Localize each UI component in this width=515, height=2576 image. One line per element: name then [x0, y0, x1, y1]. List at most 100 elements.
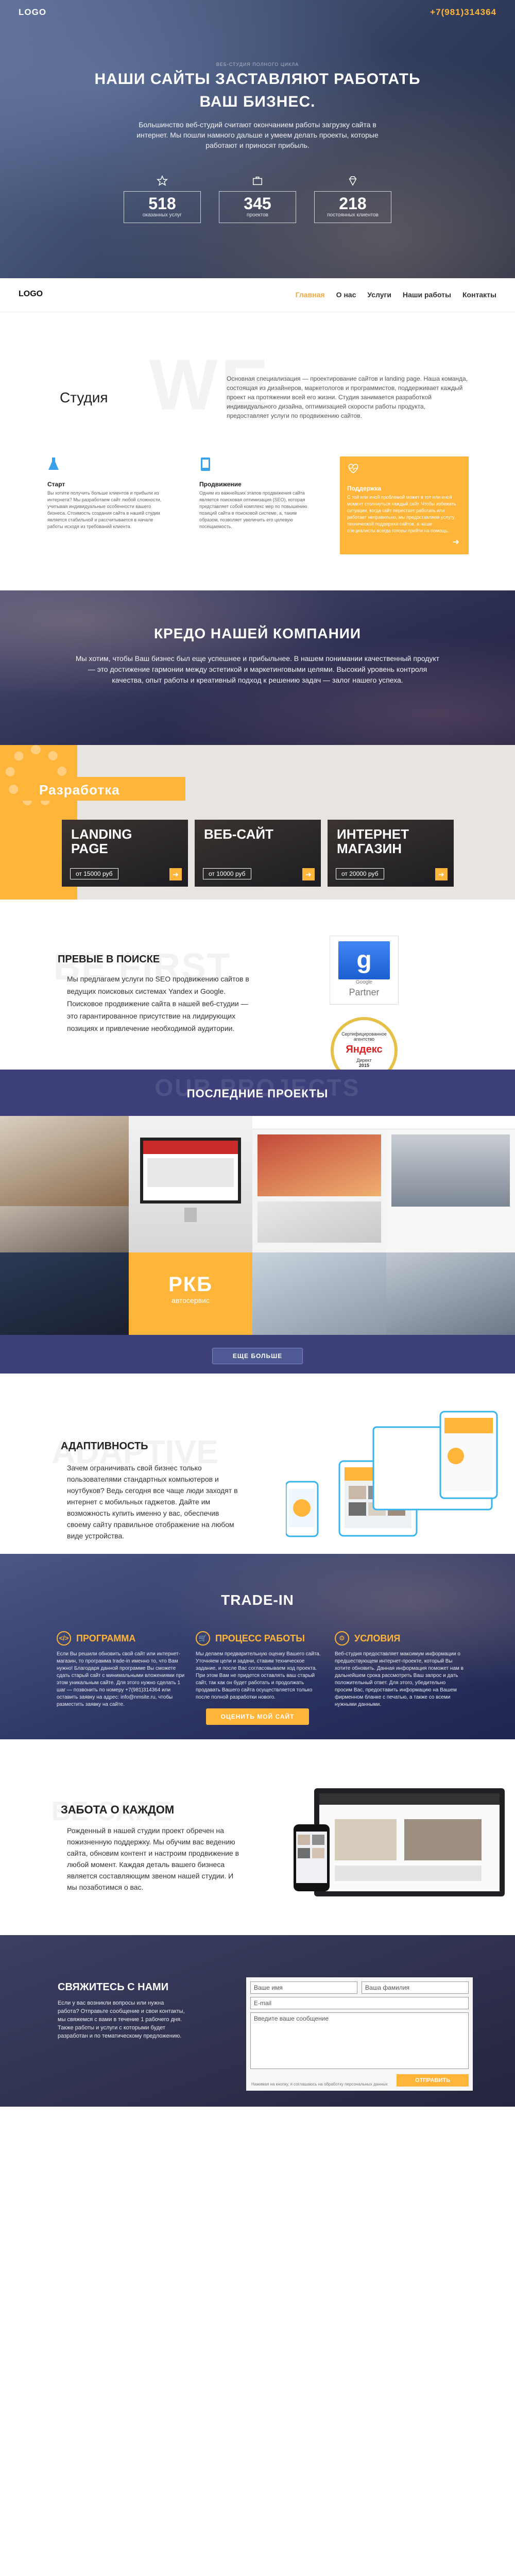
main-nav: LOGO Главная О нас Услуги Наши работы Ко…	[0, 278, 515, 312]
arrow-right-icon[interactable]: ➜	[453, 537, 459, 547]
trade-col-text: Если Вы решили обновить свой сайт или ин…	[57, 1651, 185, 1707]
stat-projects: 345 проектов	[219, 175, 296, 223]
adaptive-devices-illustration	[286, 1411, 498, 1537]
adaptive-section: ADAPTIVE АДАПТИВНОСТЬ Зачем ограничивать…	[0, 1374, 515, 1554]
dev-card-website[interactable]: ВЕБ-САЙТ от 10000 руб ➜	[195, 820, 321, 887]
credo-title: КРЕДО НАШЕЙ КОМПАНИИ	[153, 625, 362, 641]
stat-value: 518	[148, 194, 176, 213]
yandex-badge-year: 2015	[358, 1063, 370, 1068]
nav-item-works[interactable]: Наши работы	[403, 291, 451, 299]
google-badge-word: Partner	[349, 987, 380, 997]
stat-label: постоянных клиентов	[327, 212, 379, 218]
dev-card-landing[interactable]: LANDING PAGE от 15000 руб ➜	[62, 820, 188, 887]
projects-section: OUR PROJECTS ПОСЛЕДНИЕ ПРОЕКТЫ РКБ автос…	[0, 1070, 515, 1374]
cart-icon: 🛒	[196, 1631, 210, 1646]
arrow-right-icon[interactable]: ➜	[302, 868, 315, 880]
yandex-certified-badge: Сертифицированное агентство Яндекс Дирек…	[331, 1017, 398, 1070]
dev-card-title: ВЕБ-САЙТ	[204, 826, 273, 842]
feature-text: Одним из важнейших этапов продвижения са…	[199, 490, 307, 529]
arrow-right-icon[interactable]: ➜	[435, 868, 448, 880]
stat-value: 218	[339, 194, 367, 213]
surname-field[interactable]: Ваша фамилия	[362, 1981, 469, 1994]
trade-in-section: TRADE-IN </> ПРОГРАММА Если Вы решили обн…	[0, 1554, 515, 1739]
dev-card-price: от 10000 руб	[203, 868, 251, 879]
dev-title: Разработка	[39, 782, 120, 798]
contact-text: Если у вас возникли вопросы или нужна ра…	[58, 2000, 185, 2039]
project-rkb-card[interactable]: РКБ автосервис	[129, 1252, 252, 1335]
contact-form: Ваше имя Ваша фамилия E-mail Введите ваш…	[246, 1977, 473, 2091]
yandex-badge-brand: Яндекс	[346, 1044, 383, 1055]
care-devices-illustration	[294, 1788, 505, 1896]
dev-card-title: ИНТЕРНЕТ МАГАЗИН	[337, 826, 409, 856]
trade-col-program: </> ПРОГРАММА Если Вы решили обновить сво…	[57, 1631, 185, 1708]
studio-text: Основная специализация — проектирование …	[227, 375, 468, 419]
submit-button[interactable]: ОТПРАВИТЬ	[397, 2074, 469, 2087]
feature-title: Продвижение	[199, 481, 242, 488]
seo-text: Мы предлагаем услуги по SEO продвижению …	[67, 975, 249, 1032]
nav-logo[interactable]: LOGO	[19, 290, 43, 299]
arrow-right-icon[interactable]: ➜	[169, 868, 182, 880]
hero-title-line2: ВАШ БИЗНЕС.	[199, 93, 316, 110]
device-icon	[201, 457, 210, 471]
credo-section: КРЕДО НАШЕЙ КОМПАНИИ Мы хотим, чтобы Ваш…	[0, 590, 515, 745]
google-badge-small: Google	[355, 979, 373, 985]
message-field[interactable]: Введите ваше сообщение	[250, 2012, 469, 2069]
project-shot-tablet[interactable]	[0, 1252, 129, 1335]
project-shot-wedding[interactable]	[252, 1116, 386, 1252]
care-title: ЗАБОТА О КАЖДОМ	[61, 1803, 175, 1816]
dev-card-shop[interactable]: ИНТЕРНЕТ МАГАЗИН от 20000 руб ➜	[328, 820, 454, 887]
trade-col-text: Мы делаем предварительную оценку Вашего …	[196, 1651, 321, 1700]
dev-card-title: LANDING PAGE	[71, 826, 132, 856]
nav-item-contacts[interactable]: Контакты	[462, 291, 496, 299]
yandex-badge-top: Сертифицированное агентство	[341, 1031, 387, 1042]
feature-title: Поддержка	[347, 485, 382, 492]
project-shot-office[interactable]	[0, 1206, 129, 1252]
feature-card-start: Старт Вы хотите получить больше клиентов…	[41, 456, 170, 554]
contact-section: СВЯЖИТЕСЬ С НАМИ Если у вас возникли воп…	[0, 1935, 515, 2107]
hero-title: НАШИ САЙТЫ ЗАСТАВЛЯЮТ РАБОТАТЬ ВАШ БИЗНЕ…	[0, 68, 515, 113]
care-text: Рожденный в нашей студии проект обречен …	[67, 1826, 239, 1891]
stat-clients: 218 постоянных клиентов	[314, 175, 391, 223]
nav-item-about[interactable]: О нас	[336, 291, 356, 299]
yandex-badge-sub: Директ	[356, 1058, 372, 1063]
trade-col-title: ПРОГРАММА	[76, 1633, 136, 1643]
seo-title: ПРЕВЫЕ В ПОИСКЕ	[58, 954, 160, 965]
dev-card-price: от 20000 руб	[336, 868, 384, 879]
diamond-icon	[349, 176, 357, 186]
flask-icon	[48, 457, 59, 470]
email-field[interactable]: E-mail	[250, 1997, 469, 2009]
more-projects-button[interactable]: ЕЩЕ БОЛЬШЕ	[212, 1348, 303, 1364]
hero-logo[interactable]: LOGO	[19, 7, 46, 18]
project-shot-workspace[interactable]	[386, 1252, 515, 1335]
trade-col-text: Веб-студия предоставляет максимум информ…	[335, 1651, 464, 1707]
feature-text: Вы хотите получить больше клиентов и при…	[47, 490, 162, 529]
trade-title: TRADE-IN	[221, 1592, 294, 1608]
feature-title: Старт	[47, 481, 65, 488]
projects-title: ПОСЛЕДНИЕ ПРОЕКТЫ	[186, 1087, 329, 1100]
name-field[interactable]: Ваше имя	[250, 1981, 357, 1994]
project-shot-imac-red[interactable]	[129, 1116, 252, 1252]
gear-icon: ⚙	[335, 1631, 349, 1646]
project-shot-desk[interactable]	[0, 1116, 129, 1206]
feature-card-support[interactable]: Поддержка С той или иной проблемой может…	[340, 456, 469, 554]
dev-card-price: от 15000 руб	[70, 868, 118, 879]
stat-label: оказанных услуг	[142, 212, 182, 218]
evaluate-site-button[interactable]: ОЦЕНИТЬ МОЙ САЙТ	[206, 1708, 309, 1725]
project-shot-laptop[interactable]	[252, 1252, 386, 1335]
hero-phone[interactable]: +7(981)314364	[430, 7, 496, 18]
hero-title-line1: НАШИ САЙТЫ ЗАСТАВЛЯЮТ РАБОТАТЬ	[94, 71, 421, 88]
trade-col-title: ПРОЦЕСС РАБОТЫ	[215, 1633, 305, 1643]
stat-label: проектов	[247, 212, 268, 218]
nav-menu: Главная О нас Услуги Наши работы Контакт…	[296, 291, 496, 299]
project-shot-city[interactable]	[386, 1116, 515, 1252]
nav-item-services[interactable]: Услуги	[367, 291, 391, 299]
credo-text: Мы хотим, чтобы Ваш бизнес был еще успеш…	[75, 654, 440, 684]
rkb-subtitle: автосервис	[171, 1296, 210, 1304]
star-icon	[156, 175, 168, 186]
nav-item-home[interactable]: Главная	[296, 291, 325, 299]
rkb-title: РКБ	[168, 1273, 213, 1296]
seo-section: BE FIRST ПРЕВЫЕ В ПОИСКЕ Мы предлагаем у…	[0, 900, 515, 1070]
privacy-note: Нажимая на кнопку, я соглашаюсь на обраб…	[251, 2082, 388, 2087]
google-partner-badge: g Google Partner	[330, 936, 399, 1005]
heart-pulse-icon	[348, 464, 358, 473]
